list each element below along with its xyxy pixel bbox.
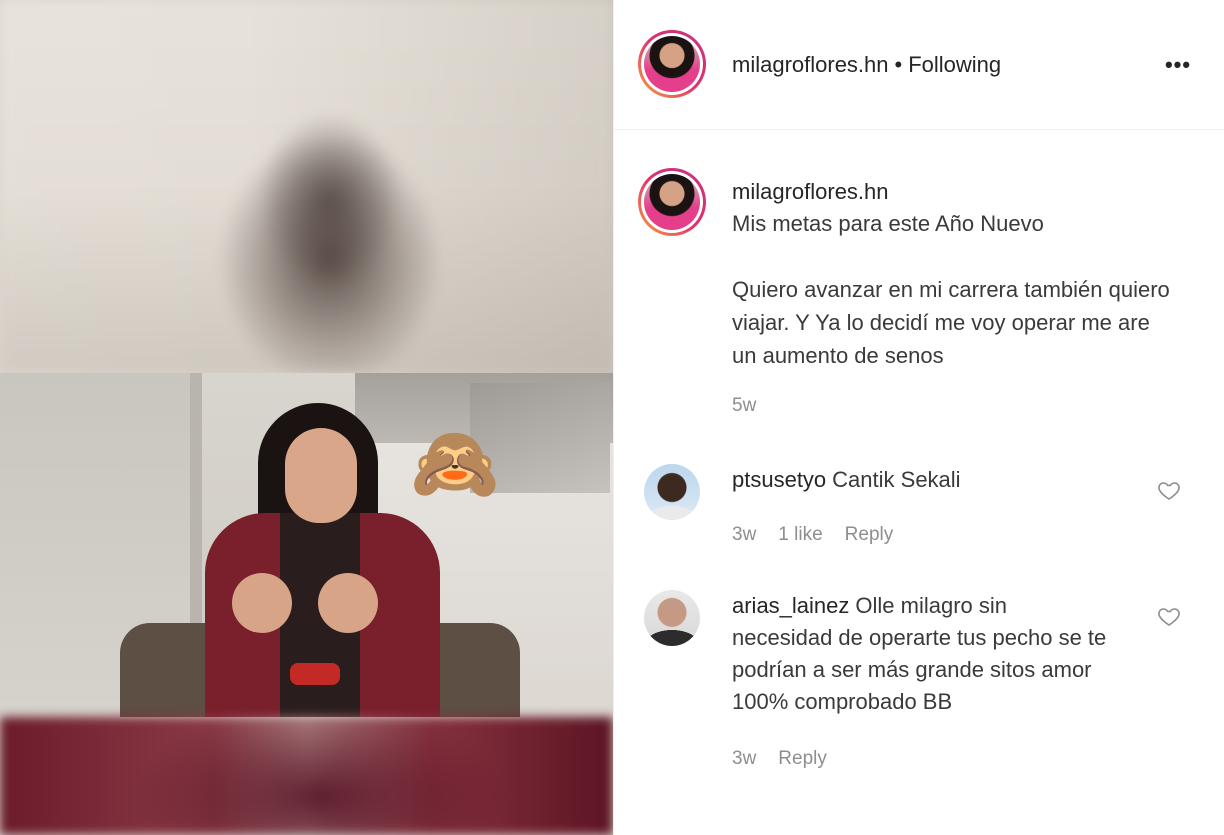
commenter-username-link[interactable]: ptsusetyo [732,467,826,492]
comment-body: arias_lainez Olle milagro sin necesidad d… [732,590,1112,718]
comment-item: arias_lainez Olle milagro sin necesidad d… [614,588,1224,788]
comment-text: Cantik Sekali [832,467,961,492]
reply-button[interactable]: Reply [778,748,827,769]
blurred-background-overlay [0,0,613,373]
caption-line-1: Mis metas para este Año Nuevo [732,211,1044,236]
comment-meta: 3w 1 like Reply [732,524,915,546]
post-viewer: 🙈 milagroflores.hn • Following ••• milagro… [0,0,1224,835]
see-no-evil-monkey-emoji: 🙈 [410,421,500,505]
caption-author-avatar[interactable] [638,168,706,236]
following-button[interactable]: Following [908,52,1001,77]
comment-item: ptsusetyo Cantik Sekali 3w 1 like Reply [614,460,1224,570]
like-heart-icon[interactable] [1157,604,1181,628]
comment-body: ptsusetyo Cantik Sekali [732,464,1142,496]
blurred-background-bottom [0,717,613,835]
caption-line-2: Quiero avanzar en mi carrera también qui… [732,277,1170,368]
reply-button[interactable]: Reply [845,524,894,545]
avatar-inner-ring [641,171,703,233]
like-heart-icon[interactable] [1157,478,1181,502]
header-username-link[interactable]: milagroflores.hn [732,52,889,77]
avatar-image [644,36,700,92]
author-avatar[interactable] [638,30,706,98]
post-header: milagroflores.hn • Following ••• [614,0,1224,130]
person-hand-left [232,573,292,633]
comment-timestamp[interactable]: 3w [732,524,756,545]
avatar-inner-ring [641,33,703,95]
caption-username-link[interactable]: milagroflores.hn [732,177,889,207]
caption-text: Mis metas para este Año Nuevo Quiero ava… [732,207,1172,372]
commenter-avatar[interactable] [644,590,700,646]
comment-timestamp[interactable]: 3w [732,748,756,769]
more-options-button[interactable]: ••• [1161,50,1195,80]
person-belt [290,663,340,685]
commenter-username-link[interactable]: arias_lainez [732,593,849,618]
post-sidebar: milagroflores.hn • Following ••• milagrofl… [613,0,1224,835]
header-author-line: milagroflores.hn • Following [732,50,1001,80]
comment-meta: 3w Reply [732,748,849,770]
commenter-avatar[interactable] [644,464,700,520]
post-photo: 🙈 [0,373,613,717]
avatar-image [644,174,700,230]
caption-timestamp[interactable]: 5w [732,395,756,417]
person-face [285,428,357,523]
post-media[interactable]: 🙈 [0,0,613,835]
header-separator: • [894,52,903,77]
comment-likes-count[interactable]: 1 like [778,524,822,545]
person-hand-right [318,573,378,633]
